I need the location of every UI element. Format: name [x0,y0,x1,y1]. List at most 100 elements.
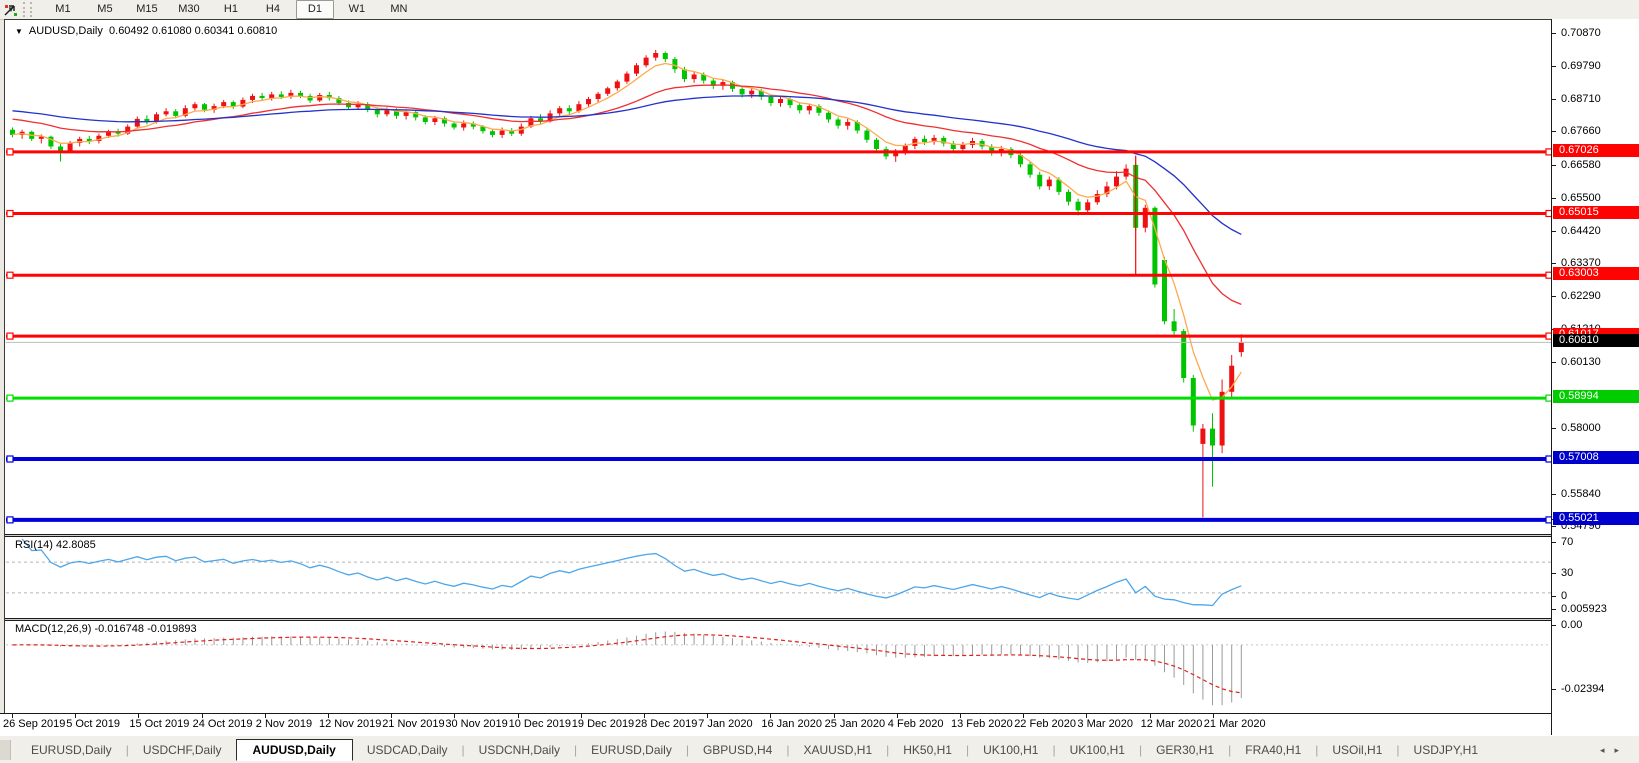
timeframe-button-mn[interactable]: MN [380,0,418,19]
axis-tick [1552,33,1556,34]
chart-tab-usdjpy-h1[interactable]: USDJPY,H1 [1400,740,1492,760]
axis-tick [1552,572,1556,574]
axis-tick [1552,99,1556,101]
date-label: 30 Nov 2019 [445,718,508,730]
axis-tick [1552,624,1556,626]
date-label: 15 Oct 2019 [129,718,190,730]
chart-title: ▼ AUDUSD,Daily 0.60492 0.61080 0.60341 0.… [15,25,277,37]
price-tick-label: 0.69790 [1561,60,1601,73]
price-tick-label: 0.62290 [1561,290,1601,303]
rsi-chart-canvas[interactable] [6,537,1555,618]
timeframe-button-h1[interactable]: H1 [212,0,250,19]
macd-label: MACD(12,26,9) -0.016748 -0.019893 [15,623,197,635]
tab-corner [0,740,11,760]
price-tick-label: 0.65500 [1561,191,1601,204]
timeframe-button-d1[interactable]: D1 [295,0,334,19]
price-tick-label: 0.66580 [1561,158,1601,171]
date-label: 25 Jan 2020 [824,718,886,730]
panel-splitter[interactable] [5,618,1639,621]
chart-tab-eurusd-daily[interactable]: EURUSD,Daily [17,740,126,760]
macd-chart-canvas[interactable] [6,621,1555,714]
chart-tab-bar: EURUSD,Daily | USDCHF,Daily AUDUSD,Daily USD… [0,735,1639,763]
date-label: 13 Feb 2020 [951,718,1013,730]
timeframe-button-m1[interactable]: M1 [44,0,82,19]
price-tick-label: 0.64420 [1561,224,1601,237]
chart-tab-audusd-daily[interactable]: AUDUSD,Daily [235,739,353,761]
axis-tick [1552,262,1556,264]
axis-tick [1552,688,1556,690]
toolbar-grip[interactable] [22,2,32,17]
panel-splitter[interactable] [5,534,1639,537]
price-tick-label: 0.70870 [1561,27,1601,39]
tab-scroll-arrows[interactable]: ◂▸ [1600,745,1629,756]
price-level-tag: 0.65015 [1553,205,1639,219]
rsi-label: RSI(14) 42.8085 [15,539,96,551]
crosshair-cursor-icon [4,4,17,16]
rsi-scale-label: 0 [1561,590,1568,602]
axis-tick [1552,362,1556,364]
tab-scroll-right-icon[interactable]: ▸ [1614,745,1629,755]
chart-tab-fra40-h1[interactable]: FRA40,H1 [1231,740,1315,760]
date-label: 4 Feb 2020 [887,718,944,730]
price-chart-canvas[interactable] [6,21,1555,534]
tabs-container: EURUSD,Daily | USDCHF,Daily AUDUSD,Daily USD… [17,739,1492,761]
rsi-panel: RSI(14) 42.8085 [6,537,1555,618]
price-axis[interactable]: 0.70870 0.69790 0.68710 0.67660 0.66580 0.655… [1551,19,1639,735]
chart-tab-uk100-h1[interactable]: UK100,H1 [969,740,1052,760]
date-label: 10 Dec 2019 [508,718,571,730]
macd-scale-label: 0.005923 [1561,603,1607,615]
date-label: 28 Dec 2019 [635,718,698,730]
timeframe-button-h4[interactable]: H4 [254,0,292,19]
date-label: 16 Jan 2020 [761,718,822,730]
chart-tab-usoil-h1[interactable]: USOil,H1 [1318,740,1396,760]
macd-scale-label: 0.00 [1561,618,1583,631]
trading-terminal: ▼ M1 M5 M15 M30 H1 H4 D1 W1 MN ▼ AUDUSD,Daily 0.6… [0,0,1639,763]
axis-tick [1552,66,1556,68]
chart-tab-usdcnh-daily[interactable]: USDCNH,Daily [465,740,574,760]
axis-tick [1552,131,1556,133]
timeframe-button-m15[interactable]: M15 [128,0,166,19]
price-tick-label: 0.58000 [1561,421,1601,434]
date-axis[interactable]: 26 Sep 2019 5 Oct 2019 15 Oct 2019 24 Oct 2… [0,713,1639,736]
date-label: 26 Sep 2019 [3,718,66,730]
axis-tick [1552,542,1556,544]
tab-scroll-left-icon[interactable]: ◂ [1600,745,1615,755]
crosshair-tool-button[interactable]: ▼ [3,4,17,16]
chart-symbol-label: AUDUSD,Daily [28,25,103,37]
price-tick-label: 0.60130 [1561,356,1601,369]
axis-tick [1552,197,1556,199]
price-tick-label: 0.67660 [1561,125,1601,138]
axis-tick [1552,230,1556,232]
chart-tab-gbpusd-h4[interactable]: GBPUSD,H4 [689,740,786,760]
chart-tab-eurusd-daily[interactable]: EURUSD,Daily [577,740,686,760]
chart-tab-xauusd-h1[interactable]: XAUUSD,H1 [789,740,886,760]
timeframe-toolbar: ▼ M1 M5 M15 M30 H1 H4 D1 W1 MN [0,0,1639,20]
axis-tick [1552,427,1556,429]
date-label: 21 Mar 2020 [1203,718,1266,730]
chart-tab-uk100-h1[interactable]: UK100,H1 [1056,740,1139,760]
timeframe-buttons: M1 M5 M15 M30 H1 H4 D1 W1 MN [40,0,418,19]
axis-tick [1552,609,1556,610]
price-level-tag: 0.58994 [1553,390,1639,404]
axis-tick [1552,296,1556,298]
axis-tick [1552,493,1556,495]
timeframe-button-m30[interactable]: M30 [170,0,208,19]
chart-window: ▼ AUDUSD,Daily 0.60492 0.61080 0.60341 0.… [4,19,1639,737]
axis-tick [1552,164,1556,166]
date-label: 2 Nov 2019 [255,718,313,730]
price-level-tag: 0.57008 [1553,451,1639,464]
collapse-icon[interactable]: ▼ [15,27,23,36]
chart-tab-ger30-h1[interactable]: GER30,H1 [1142,740,1228,760]
chart-tab-usdchf-daily[interactable]: USDCHF,Daily [129,740,236,760]
rsi-scale-label: 30 [1561,566,1574,579]
chart-tab-hk50-h1[interactable]: HK50,H1 [889,740,966,760]
chart-tab-usdcad-daily[interactable]: USDCAD,Daily [353,740,462,760]
date-label: 22 Feb 2020 [1014,718,1076,730]
date-label: 5 Oct 2019 [66,718,121,730]
price-level-tag: 0.60810 [1553,334,1639,348]
date-label: 12 Mar 2020 [1140,718,1203,730]
timeframe-button-w1[interactable]: W1 [338,0,376,19]
date-label: 21 Nov 2019 [382,718,445,730]
timeframe-button-m5[interactable]: M5 [86,0,124,19]
chart-ohlc-values: 0.60492 0.61080 0.60341 0.60810 [109,25,278,37]
